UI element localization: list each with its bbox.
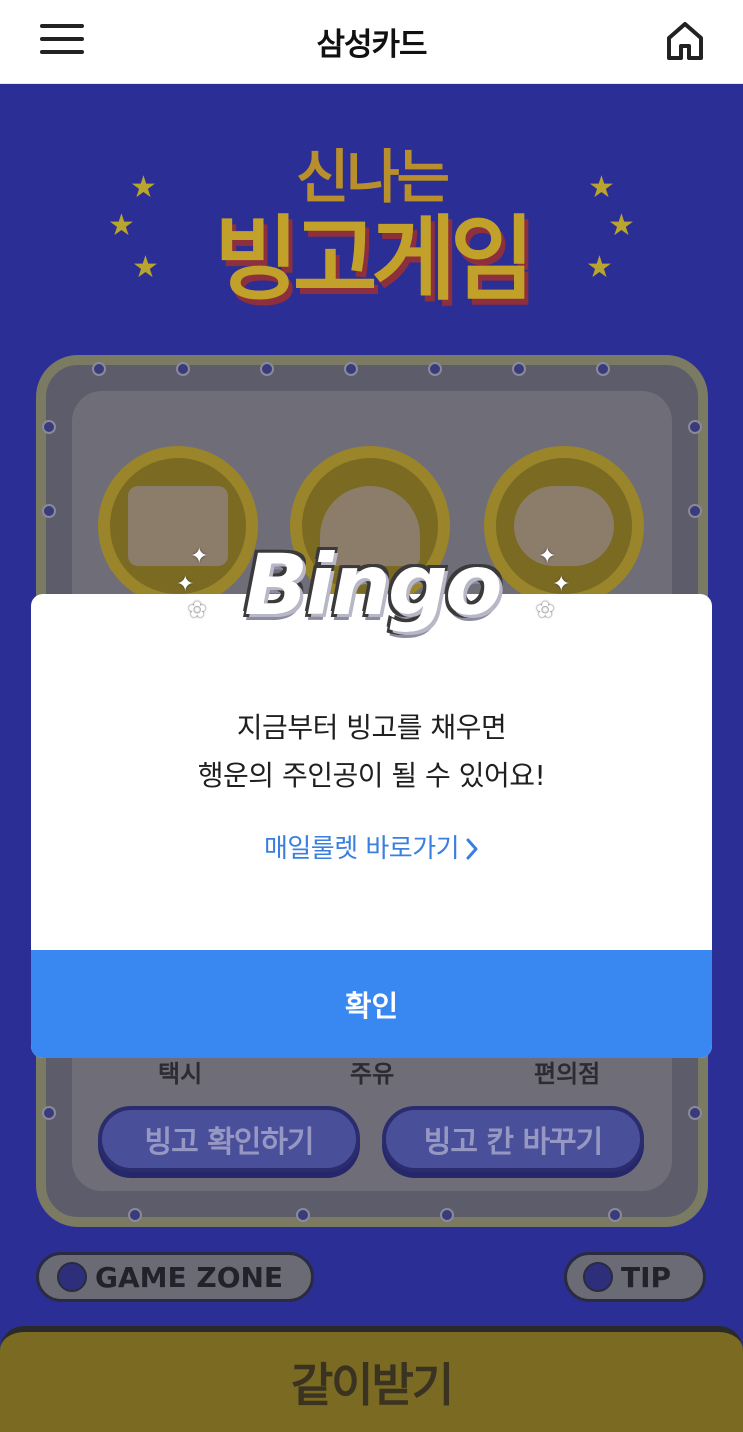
menu-icon[interactable] xyxy=(40,24,84,58)
bolt-icon xyxy=(596,362,610,376)
app-header: 삼성카드 xyxy=(0,0,743,84)
bolt-icon xyxy=(440,1208,454,1222)
dialog-message-line: 지금부터 빙고를 채우면 xyxy=(236,711,507,744)
change-bingo-cell-button[interactable]: 빙고 칸 바꾸기 xyxy=(382,1106,644,1172)
joystick-icon xyxy=(57,1262,87,1292)
bingo-logo: Bingo xyxy=(244,536,502,634)
daily-roulette-link[interactable]: 매일룰렛 바로가기 xyxy=(31,828,712,865)
sparkle-icon: ✦ xyxy=(176,572,195,597)
bolt-icon xyxy=(688,1106,702,1120)
bolt-icon xyxy=(688,504,702,518)
bolt-icon xyxy=(176,362,190,376)
category-label: 편의점 xyxy=(534,1060,601,1088)
bolt-icon xyxy=(608,1208,622,1222)
bolt-icon xyxy=(42,420,56,434)
bolt-icon xyxy=(42,1106,56,1120)
bolt-icon xyxy=(128,1208,142,1222)
sparkle-icon: ✦ xyxy=(190,544,209,569)
page-title: 삼성카드 xyxy=(316,27,427,63)
bolt-icon xyxy=(42,504,56,518)
home-icon[interactable] xyxy=(665,20,705,62)
sparkle-icon: ✿ xyxy=(536,598,555,623)
confirm-button[interactable]: 확인 xyxy=(31,950,712,1058)
dialog-message-line: 행운의 주인공이 될 수 있어요! xyxy=(197,759,546,792)
game-zone-button[interactable]: GAME ZONE xyxy=(36,1252,314,1302)
bingo-intro-dialog: 지금부터 빙고를 채우면 행운의 주인공이 될 수 있어요! 매일룰렛 바로가기… xyxy=(31,594,712,1058)
bolt-icon xyxy=(296,1208,310,1222)
tip-button[interactable]: TIP xyxy=(564,1252,706,1302)
dialog-message: 지금부터 빙고를 채우면 행운의 주인공이 될 수 있어요! xyxy=(31,704,712,800)
category-label: 주유 xyxy=(350,1060,395,1088)
receive-together-button[interactable]: 같이받기 xyxy=(0,1326,743,1432)
bolt-icon xyxy=(428,362,442,376)
sparkle-icon: ✿ xyxy=(188,598,207,623)
sparkle-icon: ✦ xyxy=(552,572,571,597)
star-badge-icon xyxy=(583,1262,613,1292)
bolt-icon xyxy=(92,362,106,376)
bolt-icon xyxy=(512,362,526,376)
game-title: 빙고게임 xyxy=(214,206,535,313)
check-bingo-button[interactable]: 빙고 확인하기 xyxy=(98,1106,360,1172)
chevron-right-icon xyxy=(465,834,479,864)
sparkle-icon: ✦ xyxy=(538,544,557,569)
bolt-icon xyxy=(260,362,274,376)
category-label: 택시 xyxy=(158,1060,203,1088)
bolt-icon xyxy=(688,420,702,434)
bolt-icon xyxy=(344,362,358,376)
